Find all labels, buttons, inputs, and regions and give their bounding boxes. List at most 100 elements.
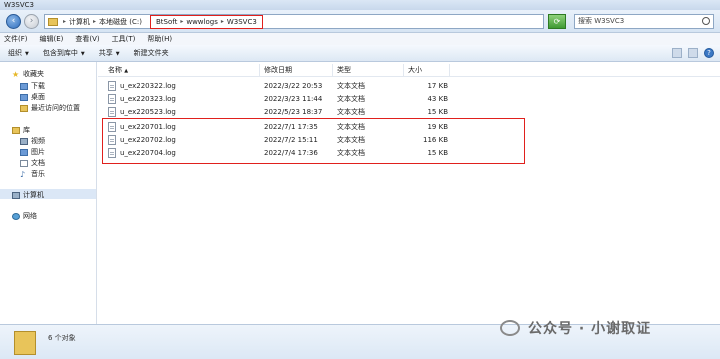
menu-bar: 文件(F) 编辑(E) 查看(V) 工具(T) 帮助(H) [0,33,720,45]
sidebar-item-downloads[interactable]: 下载 [20,81,45,91]
file-size: 17 KB [427,82,448,90]
music-icon: ♪ [20,169,26,179]
column-name-label: 名称 [108,66,122,74]
organize-label: 组织 [8,49,22,57]
star-icon: ★ [12,69,20,79]
sidebar-item-favorites[interactable]: ★ 收藏夹 [12,69,44,79]
chevron-down-icon: ▼ [25,51,29,57]
breadcrumb-local-disk[interactable]: 本地磁盘 (C:) [99,17,142,27]
sort-ascending-icon: ▲ [124,68,129,74]
video-icon [20,137,28,145]
column-header-name[interactable]: 名称 ▲ [98,64,260,77]
command-bar: 组织 ▼ 包含到库中 ▼ 共享 ▼ 新建文件夹 ? [0,45,720,62]
breadcrumb-wwwlogs[interactable]: wwwlogs [186,18,218,26]
share-button[interactable]: 共享 ▼ [99,45,120,61]
file-modified: 2022/3/23 11:44 [264,95,323,103]
text-file-icon [108,94,116,104]
file-name: u_ex220322.log [120,82,176,90]
sidebar-label: 计算机 [23,191,44,199]
text-file-icon [108,81,116,91]
breadcrumb-w3svc3[interactable]: W3SVC3 [227,18,257,26]
file-type: 文本文档 [337,95,365,103]
wechat-icon [500,320,520,336]
highlighted-files-box [102,118,525,164]
chevron-down-icon: ▼ [115,51,120,57]
document-icon [20,159,28,167]
search-icon[interactable] [702,17,710,25]
sidebar-item-desktop[interactable]: 桌面 [20,92,45,102]
file-name: u_ex220323.log [120,95,176,103]
chevron-right-icon: ▸ [63,18,67,25]
file-type: 文本文档 [337,82,365,90]
address-bar-row: ‹ › ▸ 计算机 ▸ 本地磁盘 (C:) BtSoft ▸ wwwlogs ▸… [0,10,720,33]
network-icon [12,212,20,220]
column-header-modified[interactable]: 修改日期 [261,64,333,77]
chevron-down-icon: ▼ [80,51,85,57]
sidebar-item-recent[interactable]: 最近访问的位置 [20,103,80,113]
library-icon [12,126,20,134]
sidebar-item-documents[interactable]: 文档 [20,158,45,168]
picture-icon [20,148,28,156]
organize-button[interactable]: 组织 ▼ [8,45,29,61]
sidebar-item-music[interactable]: ♪ 音乐 [20,169,45,179]
sidebar-item-computer[interactable]: 计算机 [12,190,44,200]
sidebar-label: 收藏夹 [23,70,44,78]
new-folder-button[interactable]: 新建文件夹 [134,45,169,61]
sidebar-label: 库 [23,126,30,134]
sidebar-label: 视频 [31,137,45,145]
back-button[interactable]: ‹ [6,14,21,29]
sidebar-label: 桌面 [31,93,45,101]
text-file-icon [108,107,116,117]
refresh-button[interactable]: ⟳ [548,14,566,29]
folder-icon [14,331,36,355]
sidebar-item-libraries[interactable]: 库 [12,125,30,135]
search-placeholder: 搜索 W3SVC3 [578,17,625,25]
file-row[interactable]: u_ex220323.log 2022/3/23 11:44 文本文档 43 K… [98,93,720,106]
menu-edit[interactable]: 编辑(E) [40,33,64,45]
sidebar-label: 文档 [31,159,45,167]
menu-help[interactable]: 帮助(H) [147,33,172,45]
highlighted-path-box: BtSoft ▸ wwwlogs ▸ W3SVC3 [149,14,263,29]
search-input[interactable]: 搜索 W3SVC3 [574,14,714,29]
item-count: 6 个对象 [48,334,76,342]
download-folder-icon [20,82,28,90]
share-label: 共享 [98,49,113,57]
watermark-text: 公众号 · 小谢取证 [528,321,652,337]
preview-pane-icon[interactable] [688,48,698,58]
breadcrumb-btsoft[interactable]: BtSoft [156,18,177,26]
sidebar-label: 下载 [31,82,45,90]
sidebar-label: 音乐 [31,170,45,178]
help-icon[interactable]: ? [704,48,714,58]
menu-file[interactable]: 文件(F) [4,33,28,45]
sidebar-label: 图片 [31,148,45,156]
sidebar-item-network[interactable]: 网络 [12,211,37,221]
recent-places-icon [20,104,28,112]
address-field[interactable]: ▸ 计算机 ▸ 本地磁盘 (C:) BtSoft ▸ wwwlogs ▸ W3S… [44,14,544,29]
chevron-right-icon: ▸ [93,18,97,25]
folder-icon [48,17,58,26]
desktop-icon [20,93,28,101]
file-list: 名称 ▲ 修改日期 类型 大小 u_ex220322.log 2022/3/22… [98,62,720,324]
include-library-button[interactable]: 包含到库中 ▼ [43,45,85,61]
column-header-size[interactable]: 大小 [405,64,450,77]
sidebar-label: 网络 [23,212,37,220]
chevron-right-icon: ▸ [220,18,224,25]
file-size: 43 KB [427,95,448,103]
navigation-pane: ★ 收藏夹 下载 桌面 最近访问的位置 库 视频 图片 文档 ♪ 音乐 计算机 网络 [0,62,97,324]
menu-view[interactable]: 查看(V) [75,33,99,45]
file-row[interactable]: u_ex220322.log 2022/3/22 20:53 文本文档 17 K… [98,80,720,93]
watermark: 公众号 · 小谢取证 [500,318,651,338]
breadcrumb-computer[interactable]: 计算机 [69,17,90,27]
view-options-icon[interactable] [672,48,682,58]
forward-button[interactable]: › [24,14,39,29]
sidebar-label: 最近访问的位置 [31,104,80,112]
column-header-row: 名称 ▲ 修改日期 类型 大小 [98,64,720,77]
menu-tools[interactable]: 工具(T) [112,33,136,45]
sidebar-item-videos[interactable]: 视频 [20,136,45,146]
column-header-type[interactable]: 类型 [334,64,404,77]
chevron-right-icon: ▸ [180,18,184,25]
window-title: W3SVC3 [0,0,720,10]
sidebar-item-pictures[interactable]: 图片 [20,147,45,157]
include-library-label: 包含到库中 [42,49,78,57]
file-modified: 2022/3/22 20:53 [264,82,323,90]
